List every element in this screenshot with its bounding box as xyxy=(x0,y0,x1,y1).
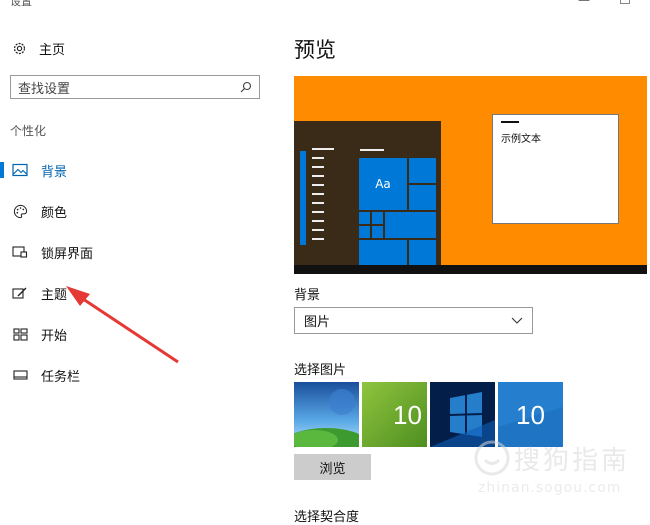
lockscreen-icon xyxy=(12,244,28,260)
sogou-logo xyxy=(474,440,510,476)
picture-thumbnail-4[interactable]: 10 xyxy=(498,382,563,447)
sidebar-item-label: 开始 xyxy=(41,328,68,344)
chevron-down-icon xyxy=(511,317,523,324)
search-input[interactable]: 查找设置 xyxy=(10,75,260,99)
sidebar-item-label: 颜色 xyxy=(41,205,68,221)
fit-label: 选择契合度 xyxy=(294,510,360,525)
sidebar-item-background[interactable]: 背景 xyxy=(0,155,270,185)
preview-tile-aa: Aa xyxy=(359,158,407,210)
preview-image: Aa 示例文本 xyxy=(294,76,647,274)
background-dropdown[interactable]: 图片 xyxy=(294,307,533,334)
sidebar-home[interactable]: 主页 xyxy=(12,38,65,58)
picture-thumbnail-1[interactable] xyxy=(294,382,359,447)
page-title: 预览 xyxy=(294,38,336,62)
palette-icon xyxy=(12,203,28,219)
sidebar-item-label: 背景 xyxy=(41,164,68,180)
preview-taskbar xyxy=(294,265,647,274)
sidebar-item-label: 主题 xyxy=(41,287,68,303)
section-title: 个性化 xyxy=(10,124,47,138)
thumbnail-text: 10 xyxy=(516,400,545,430)
sidebar-item-label: 锁屏界面 xyxy=(41,246,94,262)
browse-button[interactable]: 浏览 xyxy=(294,454,371,480)
taskbar-icon xyxy=(12,367,28,383)
preview-sample-text: 示例文本 xyxy=(501,134,541,145)
theme-icon xyxy=(12,285,28,301)
sidebar-item-label: 任务栏 xyxy=(41,369,81,385)
sidebar-item-themes[interactable]: 主题 xyxy=(0,278,270,308)
preview-tiles: Aa xyxy=(359,158,436,265)
picture-thumbnail-3[interactable] xyxy=(430,382,495,447)
active-indicator xyxy=(0,162,4,178)
sidebar-item-colors[interactable]: 颜色 xyxy=(0,196,270,226)
dropdown-value: 图片 xyxy=(304,315,331,330)
image-icon xyxy=(12,162,28,178)
picture-thumbnail-2[interactable]: 10 xyxy=(362,382,427,447)
search-icon[interactable] xyxy=(240,81,252,93)
preview-start-menu: Aa xyxy=(294,121,441,265)
watermark-text: 搜狗指南 xyxy=(514,446,631,476)
choose-picture-label: 选择图片 xyxy=(294,363,347,378)
gear-icon xyxy=(13,42,26,54)
watermark: 搜狗指南 zhinan.sogou.com xyxy=(470,440,650,500)
sidebar: 主页 查找设置 个性化 背景 颜色 锁屏界面 主题 开始 任务栏 xyxy=(0,0,275,524)
thumbnail-text: 10 xyxy=(393,400,422,430)
search-placeholder: 查找设置 xyxy=(18,81,71,97)
sidebar-item-start[interactable]: 开始 xyxy=(0,319,270,349)
sidebar-home-label: 主页 xyxy=(39,42,66,58)
preview-window: 示例文本 xyxy=(492,114,619,224)
watermark-url: zhinan.sogou.com xyxy=(478,480,622,496)
sidebar-item-lockscreen[interactable]: 锁屏界面 xyxy=(0,237,270,267)
sidebar-item-taskbar[interactable]: 任务栏 xyxy=(0,360,270,390)
start-icon xyxy=(12,326,28,342)
background-label: 背景 xyxy=(294,288,321,303)
